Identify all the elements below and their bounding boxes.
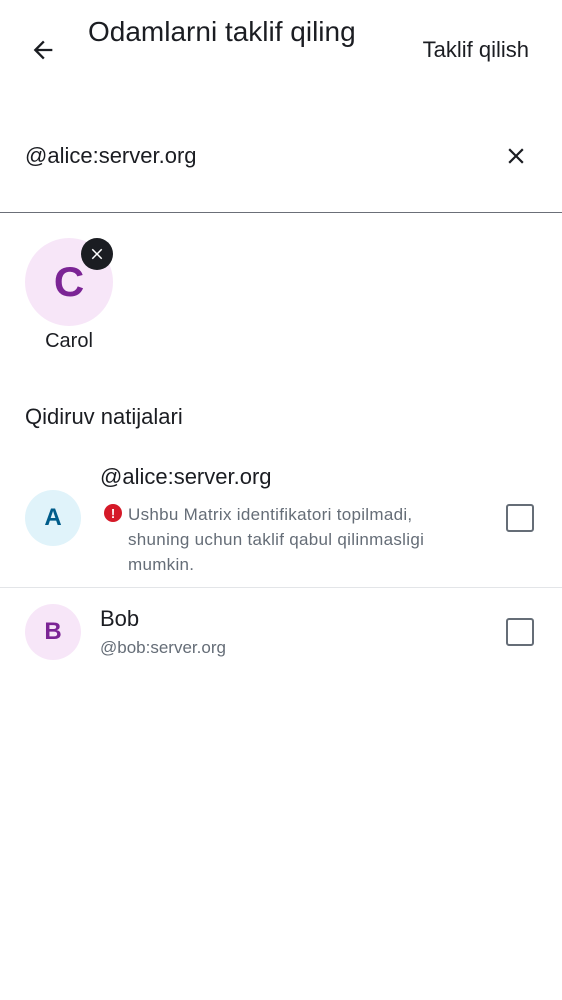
avatar: B: [25, 604, 81, 660]
close-icon: [508, 148, 524, 164]
invite-button[interactable]: Taklif qilish: [423, 35, 529, 65]
warning-text: Ushbu Matrix identifikatori topilmadi, s…: [128, 505, 425, 574]
clear-search-button[interactable]: [500, 140, 532, 172]
search-bar: [0, 128, 562, 212]
top-app-bar: Odamlarni taklif qiling Taklif qilish: [0, 0, 562, 100]
close-icon: [91, 248, 103, 260]
selected-user-name: Carol: [45, 330, 93, 352]
arrow-back-icon: [33, 40, 53, 60]
user-title: Bob: [100, 606, 140, 631]
search-divider: [0, 212, 562, 213]
search-input[interactable]: [25, 140, 465, 172]
results-heading: Qidiruv natijalari: [25, 404, 183, 429]
select-checkbox[interactable]: [506, 618, 534, 646]
user-title: @alice:server.org: [100, 464, 272, 489]
avatar: A: [25, 490, 81, 546]
list-item[interactable]: B Bob @bob:server.org: [0, 588, 562, 676]
user-id: @bob:server.org: [100, 638, 226, 657]
remove-selected-button[interactable]: [81, 238, 113, 270]
error-icon: !: [104, 504, 122, 522]
page-title: Odamlarni taklif qiling: [88, 16, 356, 47]
list-item[interactable]: A @alice:server.org ! Ushbu Matrix ident…: [0, 460, 562, 588]
back-button[interactable]: [24, 30, 62, 70]
select-checkbox[interactable]: [506, 504, 534, 532]
